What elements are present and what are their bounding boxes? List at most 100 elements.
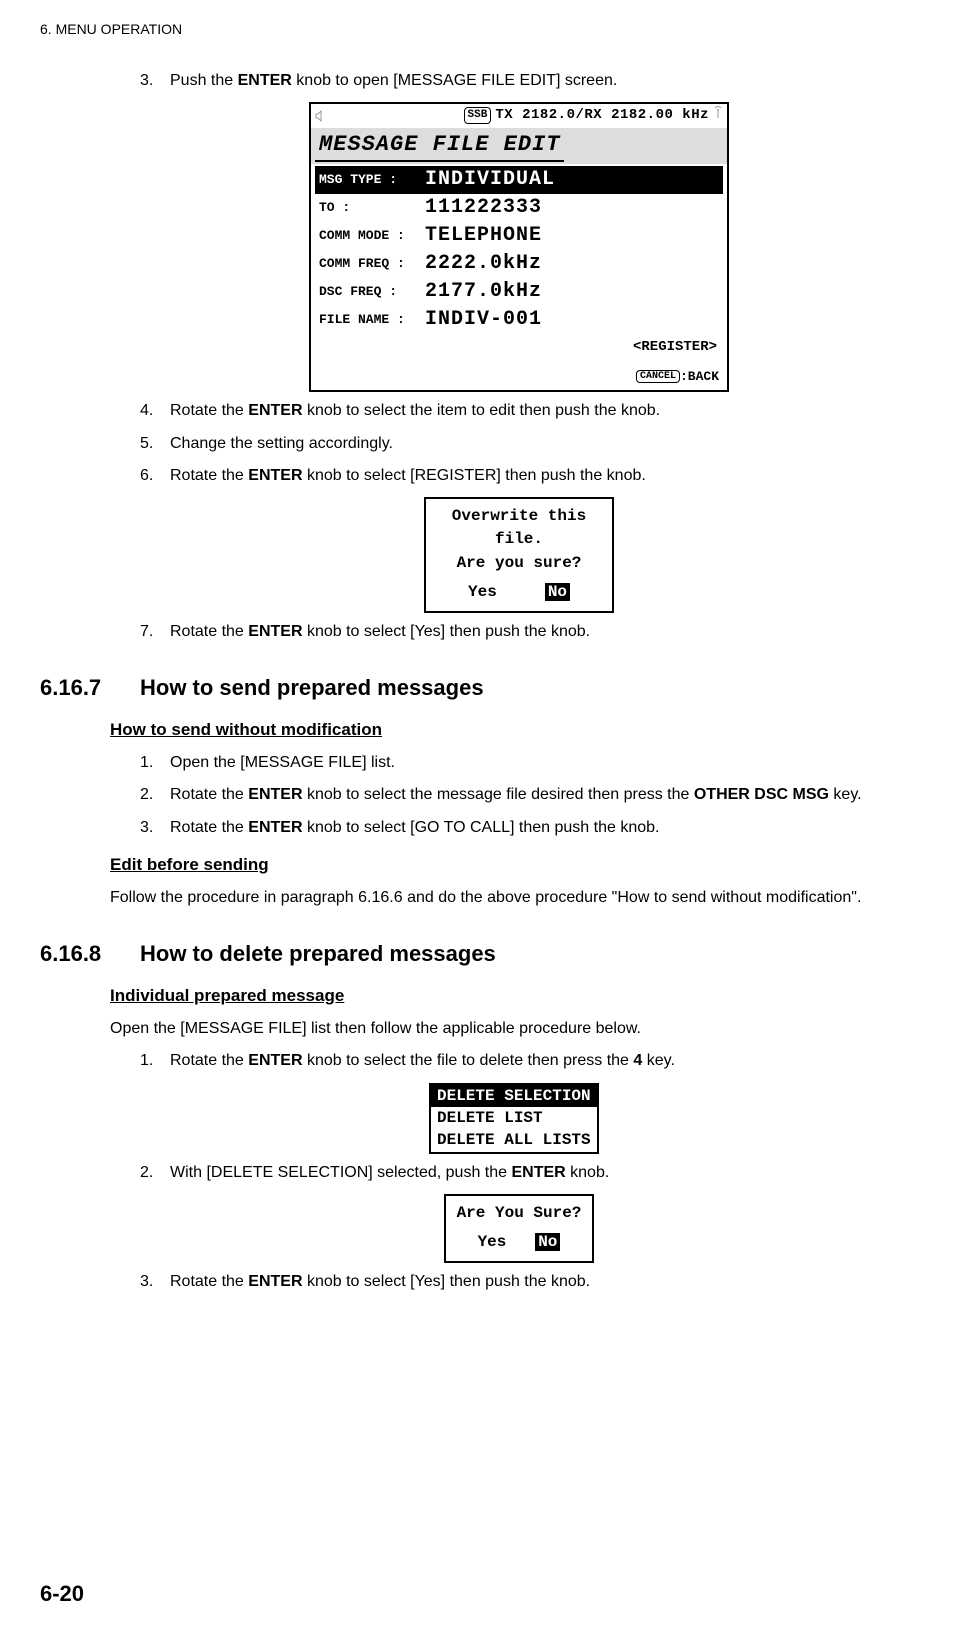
subsection-title: Individual prepared message (110, 984, 928, 1008)
other-dsc-msg-key: OTHER DSC MSG (694, 786, 829, 803)
paragraph: Follow the procedure in paragraph 6.16.6… (110, 887, 928, 909)
text: Rotate the (170, 623, 248, 640)
step-7: 7. Rotate the ENTER knob to select [Yes]… (140, 621, 928, 643)
step-number: 6. (140, 465, 170, 487)
step-number: 2. (140, 1162, 170, 1184)
text: With [DELETE SELECTION] selected, push t… (170, 1164, 511, 1181)
section-number: 6.16.8 (40, 939, 140, 970)
step-number: 3. (140, 817, 170, 839)
step-6: 6. Rotate the ENTER knob to select [REGI… (140, 465, 928, 487)
delete-all-lists-option: DELETE ALL LISTS (431, 1129, 597, 1151)
step-text: Rotate the ENTER knob to select the item… (170, 400, 928, 422)
step-number: 1. (140, 752, 170, 774)
comm-freq-row: COMM FREQ : 2222.0kHz (315, 250, 723, 278)
text: Rotate the (170, 467, 248, 484)
cancel-button-label: CANCEL (636, 370, 680, 383)
step-3: 3. Push the ENTER knob to open [MESSAGE … (140, 70, 928, 92)
section-number: 6.16.7 (40, 673, 140, 704)
no-option: No (535, 1233, 560, 1251)
field-value: 111222333 (425, 194, 542, 222)
field-label: COMM FREQ : (315, 255, 425, 273)
step-number: 3. (140, 1271, 170, 1293)
field-value: INDIV-001 (425, 306, 542, 334)
text: key. (829, 786, 862, 803)
screen-title: MESSAGE FILE EDIT (315, 130, 564, 163)
step-text: With [DELETE SELECTION] selected, push t… (170, 1162, 928, 1184)
enter-knob: ENTER (248, 402, 302, 419)
text: Push the (170, 72, 238, 89)
field-value: 2222.0kHz (425, 250, 542, 278)
back-label: :BACK (680, 369, 719, 384)
field-label: DSC FREQ : (315, 283, 425, 301)
step-text: Rotate the ENTER knob to select [GO TO C… (170, 817, 928, 839)
text: knob to select the item to edit then pus… (303, 402, 661, 419)
section-6-16-7-header: 6.16.7 How to send prepared messages (40, 673, 928, 704)
field-value: TELEPHONE (425, 222, 542, 250)
yes-option: Yes (468, 583, 497, 601)
antenna-icon (713, 106, 723, 126)
register-link: <REGISTER> (315, 334, 723, 360)
msg-type-row: MSG TYPE : INDIVIDUAL (315, 166, 723, 194)
no-option: No (545, 583, 570, 601)
field-label: MSG TYPE : (315, 171, 425, 189)
step-text: Rotate the ENTER knob to select [Yes] th… (170, 621, 928, 643)
key-4: 4 (633, 1052, 642, 1069)
step-text: Rotate the ENTER knob to select [REGISTE… (170, 465, 928, 487)
text: knob to select the message file desired … (303, 786, 694, 803)
page-header: 6. MENU OPERATION (40, 20, 928, 40)
screen-footer: CANCEL:BACK (311, 362, 727, 390)
step-number: 2. (140, 784, 170, 806)
dialog-text: Overwrite this file. (434, 505, 604, 550)
enter-knob: ENTER (248, 623, 302, 640)
speaker-icon (315, 110, 329, 122)
comm-mode-row: COMM MODE : TELEPHONE (315, 222, 723, 250)
screen-title-bar: MESSAGE FILE EDIT (311, 128, 727, 165)
text: knob to select the file to delete then p… (303, 1052, 634, 1069)
ssb-badge: SSB (464, 107, 492, 124)
text: knob to select [Yes] then push the knob. (303, 623, 591, 640)
text: Rotate the (170, 786, 248, 803)
delete-selection-option: DELETE SELECTION (431, 1085, 597, 1107)
step-text: Push the ENTER knob to open [MESSAGE FIL… (170, 70, 928, 92)
subsection-title: How to send without modification (110, 718, 928, 742)
text: knob to select [GO TO CALL] then push th… (303, 819, 660, 836)
enter-knob: ENTER (248, 819, 302, 836)
step-text: Rotate the ENTER knob to select the mess… (170, 784, 928, 806)
step-number: 4. (140, 400, 170, 422)
enter-knob: ENTER (511, 1164, 565, 1181)
step-text: Change the setting accordingly. (170, 433, 928, 455)
enter-knob: ENTER (248, 1052, 302, 1069)
delete-options-box: DELETE SELECTION DELETE LIST DELETE ALL … (429, 1083, 609, 1154)
dialog-text: Are You Sure? (454, 1202, 584, 1224)
subsection-title: Edit before sending (110, 853, 928, 877)
step-6-16-8-3: 3. Rotate the ENTER knob to select [Yes]… (140, 1271, 928, 1293)
field-label: FILE NAME : (315, 311, 425, 329)
tx-rx-frequency: TX 2182.0/RX 2182.00 kHz (495, 106, 709, 126)
field-value: 2177.0kHz (425, 278, 542, 306)
message-file-edit-screen: SSB TX 2182.0/RX 2182.00 kHz MESSAGE FIL… (309, 102, 729, 392)
step-text: Rotate the ENTER knob to select the file… (170, 1050, 928, 1072)
enter-knob: ENTER (248, 467, 302, 484)
text: knob to open [MESSAGE FILE EDIT] screen. (292, 72, 617, 89)
step-text: Rotate the ENTER knob to select [Yes] th… (170, 1271, 928, 1293)
text: Rotate the (170, 1273, 248, 1290)
step-text: Open the [MESSAGE FILE] list. (170, 752, 928, 774)
section-6-16-8-header: 6.16.8 How to delete prepared messages (40, 939, 928, 970)
section-title: How to send prepared messages (140, 673, 484, 704)
file-name-row: FILE NAME : INDIV-001 (315, 306, 723, 334)
field-label: COMM MODE : (315, 227, 425, 245)
paragraph: Open the [MESSAGE FILE] list then follow… (110, 1018, 928, 1040)
text: knob to select [Yes] then push the knob. (303, 1273, 591, 1290)
dsc-freq-row: DSC FREQ : 2177.0kHz (315, 278, 723, 306)
to-row: TO : 111222333 (315, 194, 723, 222)
overwrite-dialog: Overwrite this file. Are you sure? Yes N… (424, 497, 614, 613)
step-number: 3. (140, 70, 170, 92)
text: Rotate the (170, 402, 248, 419)
delete-list-option: DELETE LIST (431, 1107, 597, 1129)
enter-knob: ENTER (248, 786, 302, 803)
enter-knob: ENTER (238, 72, 292, 89)
are-you-sure-dialog: Are You Sure? Yes No (444, 1194, 594, 1263)
step-6-16-7-3: 3. Rotate the ENTER knob to select [GO T… (140, 817, 928, 839)
step-6-16-7-1: 1. Open the [MESSAGE FILE] list. (140, 752, 928, 774)
text: knob to select [REGISTER] then push the … (303, 467, 646, 484)
